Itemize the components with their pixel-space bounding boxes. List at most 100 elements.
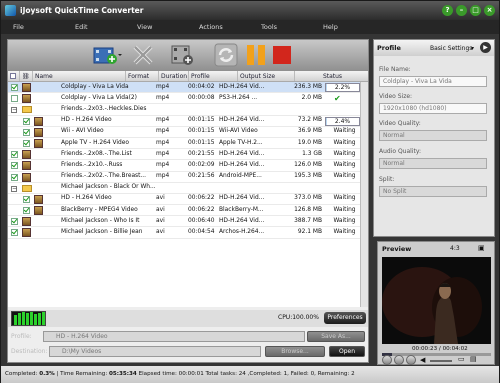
menu-file[interactable]: File [1,23,63,31]
snapshot-icon[interactable]: ▣ [478,244,485,252]
collapse-toggle[interactable]: − [11,185,17,192]
table-row[interactable]: Apple TV - H.264 Video mp4 00:01:15 Apple T… [8,138,360,150]
pause-preview-icon[interactable] [394,355,404,365]
row-checkbox[interactable] [11,95,18,103]
status-summary: Elapsed time: 00:00:01 Total tasks: 24 ,… [136,371,355,377]
group-row[interactable]: − Friends.-.2x03.-.Heckles.Dies [8,104,360,116]
col-status[interactable]: Status [295,71,368,81]
row-checkbox[interactable] [23,195,30,203]
group-row[interactable]: − Michael Jackson - Black Or Wh... [8,183,360,194]
file-name-field[interactable]: Coldplay - Viva La Vida [379,76,487,87]
file-profile: HD-H.264 Vid... [219,161,265,168]
stop-icon[interactable] [270,43,294,67]
file-output-size: 2.0 MB [301,94,322,101]
pause-icon[interactable] [244,43,268,67]
table-row[interactable]: HD - H.264 Video mp4 00:01:15 HD-H.264 Vid.… [8,116,360,127]
convert-icon[interactable] [214,43,238,67]
done-check-icon: ✔ [334,93,341,103]
col-format[interactable]: Format [126,71,159,81]
remove-icon[interactable] [131,43,155,67]
destination-field[interactable]: D:\My Videos [49,346,261,357]
volume-slider[interactable] [430,360,452,362]
table-row[interactable]: Friends.-.2x10.-.Russ mp4 00:02:09 HD-H.264… [8,160,360,172]
file-format: mp4 [156,128,170,135]
help-window-button[interactable]: ? [442,5,453,16]
file-output-size: 388.7 MB [294,217,322,224]
video-file-icon [22,161,31,171]
table-row[interactable]: HD - H.264 Video avi 00:06:22 HD-H.264 Vid.… [8,194,360,206]
col-duration[interactable]: Duration [159,71,189,81]
row-checkbox[interactable] [23,117,30,125]
menu-actions[interactable]: Actions [187,23,249,31]
table-row[interactable]: BlackBerry - MPEG4 Video avi 00:06:22 Black… [8,205,360,217]
row-checkbox[interactable] [11,84,18,91]
file-output-size: 126.8 MB [294,206,322,213]
menu-view[interactable]: View [125,23,187,31]
save-as-button[interactable]: Save As... [307,331,365,342]
video-file-icon [34,127,43,137]
basic-settings-dropdown[interactable]: Basic Settings [430,45,472,52]
collapse-toggle[interactable]: − [11,107,17,114]
profile-select[interactable]: HD - H.264 Video [43,331,305,342]
table-row[interactable]: Michael Jackson - Who Is It avi 00:06:40 HD… [8,216,360,228]
table-row[interactable]: Friends.-.2x08.-.The.List mp4 00:21:55 HD-H… [8,149,360,161]
row-checkbox[interactable] [23,207,30,215]
video-file-icon [22,228,31,238]
table-row[interactable]: Coldplay - Viva La Vida(2) mp4 00:00:08 PS3… [8,93,360,105]
row-checkbox[interactable] [11,173,18,181]
video-size-select[interactable]: 1920x1080 (hd1080) [379,103,487,114]
expand-arrow-icon[interactable]: ▶ [480,42,491,53]
file-output-size: 73.2 MB [297,117,322,124]
table-row[interactable]: Michael Jackson - Billie Jean avi 00:04:54… [8,227,360,239]
table-row[interactable]: Wii - AVI Video mp4 00:01:15 Wii-AVI Video 3… [8,127,360,138]
row-checkbox[interactable] [23,128,30,136]
col-name[interactable]: Name [33,71,126,81]
split-select[interactable]: No Split [379,186,487,197]
folder-icon[interactable]: ▤ [470,355,477,363]
file-format: avi [156,206,165,213]
screen-icon[interactable]: ▭ [458,355,465,363]
play-icon[interactable] [382,355,392,365]
time-remaining-label: | Time Remaining: [54,371,109,377]
maximize-button[interactable]: □ [470,5,481,16]
row-checkbox[interactable] [11,218,18,226]
menu-edit[interactable]: Edit [63,23,125,31]
volume-icon[interactable]: ◀ [420,356,425,364]
app-title: iJoysoft QuickTime Converter [20,6,144,15]
file-duration: 00:02:09 [188,161,215,168]
file-name: Michael Jackson - Who Is It [61,217,140,224]
preferences-button[interactable]: Preferences [324,312,366,324]
cpu-graph-bar [22,312,25,325]
col-output-size[interactable]: Output Size [238,71,295,81]
row-checkbox[interactable] [23,139,30,147]
minimize-button[interactable]: – [456,5,467,16]
file-profile: PS3-H.264 ... [219,94,258,101]
file-name: Friends.-.2x08.-.The.List [61,150,132,157]
file-format: mp4 [156,117,170,124]
col-profile[interactable]: Profile [189,71,238,81]
audio-quality-select[interactable]: Normal [379,158,487,169]
column-header: ⛓ Name Format Duration Profile Output Si… [8,71,368,82]
row-checkbox[interactable] [11,229,18,237]
file-format: mp4 [156,94,170,101]
destination-value: D:\My Videos [62,348,102,355]
table-row[interactable]: Coldplay - Viva La Vida mp4 00:04:02 HD-H.2… [8,82,360,94]
chevron-down-icon[interactable]: ▾ [471,45,474,52]
stop-preview-icon[interactable] [406,355,416,365]
browse-button[interactable]: Browse... [265,346,325,357]
task-list-scrollbar[interactable] [360,82,368,307]
menu-help[interactable]: Help [311,23,373,31]
row-checkbox[interactable] [11,162,18,170]
add-task-icon[interactable] [170,43,194,67]
select-all-checkbox[interactable] [8,71,20,81]
video-file-icon [34,206,43,216]
aspect-ratio-select[interactable]: 4:3 [450,245,460,252]
menu-tools[interactable]: Tools [249,23,311,31]
open-button[interactable]: Open [329,346,365,357]
close-window-button[interactable]: × [484,5,495,16]
add-video-icon[interactable] [92,43,122,67]
row-checkbox[interactable] [11,151,18,159]
file-duration: 00:01:15 [188,117,215,124]
video-quality-select[interactable]: Normal [379,130,487,141]
table-row[interactable]: Friends.-.2x02.-.The.Breast... mp4 00:21:5… [8,172,360,183]
